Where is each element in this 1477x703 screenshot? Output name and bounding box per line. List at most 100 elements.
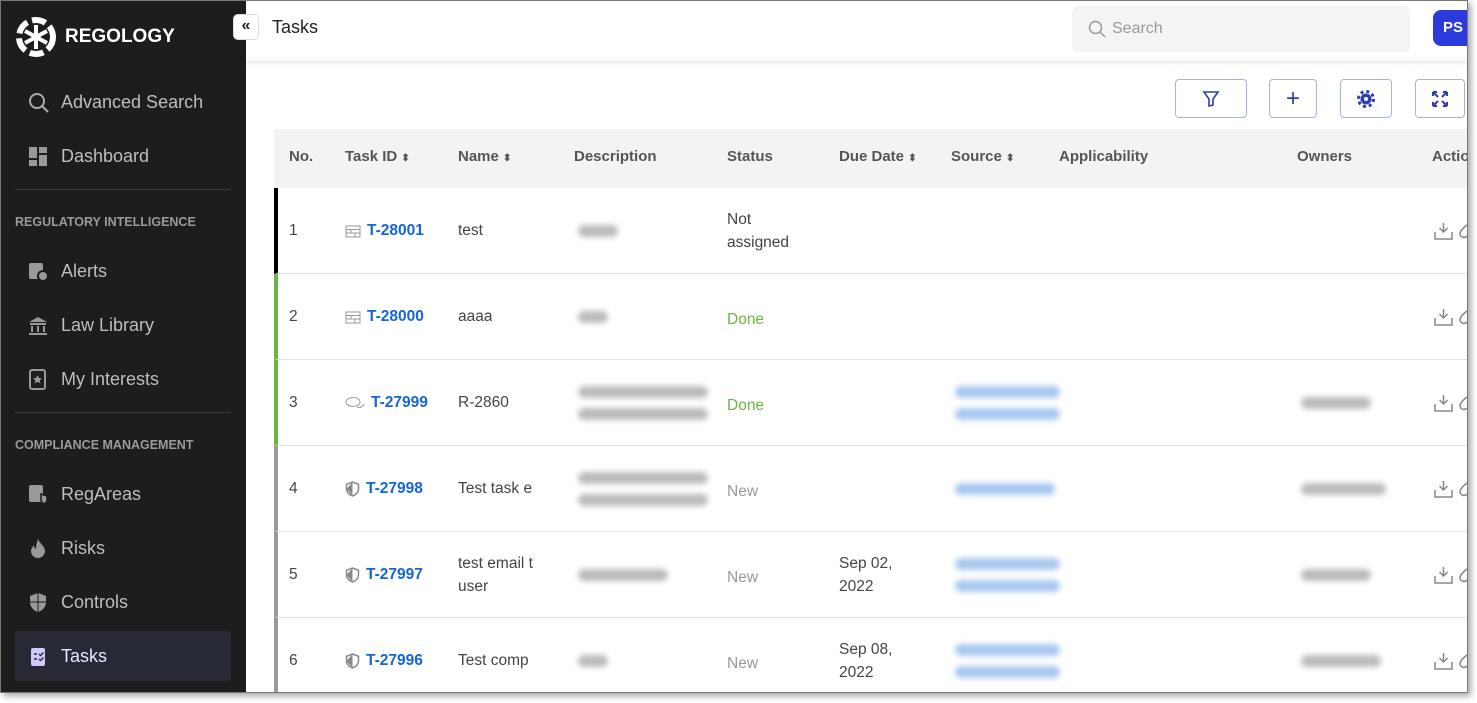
task-id-link[interactable]: T-27998 — [345, 480, 423, 498]
brand-name: REGOLOGY — [65, 26, 175, 47]
table-header: No. Task ID ⬍ Name ⬍ Description Status Due D… — [274, 129, 1468, 188]
row-actions — [1434, 222, 1467, 240]
redacted-text — [578, 225, 618, 237]
sidebar-item-controls[interactable]: Controls — [15, 577, 231, 627]
table-row[interactable]: 1 T-28001 test Not assigned — [274, 188, 1467, 274]
sort-icon[interactable]: ⬍ — [908, 153, 916, 164]
shield-icon — [345, 653, 360, 669]
row-number: 4 — [289, 480, 298, 497]
row-number: 6 — [289, 652, 298, 669]
row-actions — [1434, 566, 1467, 584]
list-icon — [345, 311, 361, 323]
table-row[interactable]: 3 T-27999 R-2860 Done — [274, 360, 1467, 446]
sidebar-item-label: Advanced Search — [61, 91, 204, 112]
expand-icon — [1432, 90, 1448, 107]
sidebar-item-label: Tasks — [61, 645, 108, 666]
download-icon[interactable] — [1434, 394, 1453, 412]
redacted-text — [955, 408, 1060, 420]
sidebar-item-label: Dashboard — [61, 145, 150, 166]
collapse-sidebar-button[interactable]: « — [233, 14, 259, 40]
redacted-text — [955, 644, 1060, 656]
table-row[interactable]: 5 T-27997 test email t user New Sep 02, … — [274, 532, 1467, 618]
search-input[interactable]: Search — [1072, 6, 1410, 52]
shield-icon — [345, 567, 360, 583]
row-number: 1 — [289, 222, 298, 239]
regology-logo-icon — [16, 17, 56, 57]
gear-icon — [1357, 89, 1375, 108]
more-action-icon[interactable] — [1459, 394, 1467, 412]
sidebar-item-advanced-search[interactable]: Advanced Search — [15, 77, 231, 127]
filter-button[interactable] — [1175, 79, 1247, 118]
sidebar-item-dashboard[interactable]: Dashboard — [15, 131, 231, 181]
plus-icon: + — [1285, 84, 1300, 112]
task-id-link[interactable]: T-27997 — [345, 566, 423, 584]
row-number: 5 — [289, 566, 298, 583]
column-header[interactable]: Name ⬍ — [458, 148, 511, 165]
task-name: R-2860 — [458, 394, 509, 411]
divider — [15, 412, 231, 413]
status: Not assigned — [727, 208, 789, 254]
divider — [15, 189, 231, 190]
table-row[interactable]: 2 T-28000 aaaa Done — [274, 274, 1467, 360]
sort-icon[interactable]: ⬍ — [1006, 153, 1014, 164]
task-name: test — [458, 222, 483, 239]
more-action-icon[interactable] — [1459, 480, 1467, 498]
column-header: Description — [574, 148, 657, 165]
column-header: Status — [727, 148, 773, 165]
download-icon[interactable] — [1434, 480, 1453, 498]
table-row[interactable]: 6 T-27996 Test comp New Sep 08, 2022 — [274, 618, 1467, 692]
more-action-icon[interactable] — [1459, 222, 1467, 240]
settings-button[interactable] — [1340, 79, 1392, 118]
column-header: Actio — [1432, 148, 1468, 165]
shield-icon — [345, 481, 360, 497]
add-task-button[interactable]: + — [1269, 79, 1317, 118]
sidebar-item-label: Controls — [61, 591, 129, 612]
search-icon — [29, 93, 49, 113]
list-icon — [345, 225, 361, 237]
search-placeholder: Search — [1112, 20, 1163, 37]
column-header[interactable]: Due Date ⬍ — [839, 148, 917, 165]
sidebar-item-my-interests[interactable]: My Interests — [15, 354, 231, 404]
sort-icon[interactable]: ⬍ — [401, 153, 409, 164]
page-title: Tasks — [272, 17, 319, 37]
due-date: Sep 02, 2022 — [839, 555, 893, 595]
column-header[interactable]: Source ⬍ — [951, 148, 1014, 165]
alert-icon — [29, 263, 49, 282]
download-icon[interactable] — [1434, 652, 1453, 670]
task-id-link[interactable]: T-27999 — [345, 394, 428, 412]
redacted-text — [1301, 397, 1371, 409]
avatar[interactable]: PS — [1433, 10, 1467, 46]
row-actions — [1434, 652, 1467, 670]
column-header[interactable]: Task ID ⬍ — [345, 148, 410, 165]
table-row[interactable]: 4 T-27998 Test task e New — [274, 446, 1467, 532]
redacted-text — [955, 386, 1060, 398]
task-name: Test comp — [458, 652, 529, 669]
redacted-text — [578, 386, 708, 398]
download-icon[interactable] — [1434, 222, 1453, 240]
comments-icon — [345, 397, 365, 408]
task-id-link[interactable]: T-28000 — [345, 308, 424, 326]
header: Tasks Search PS — [246, 1, 1467, 61]
redacted-text — [955, 666, 1060, 678]
fullscreen-button[interactable] — [1415, 79, 1465, 118]
sidebar-item-risks[interactable]: Risks — [15, 523, 231, 573]
status-line: assigned — [727, 234, 790, 251]
sidebar-item-regareas[interactable]: RegAreas — [15, 469, 231, 519]
more-action-icon[interactable] — [1459, 308, 1467, 326]
more-action-icon[interactable] — [1459, 566, 1467, 584]
row-number: 3 — [289, 394, 298, 411]
sidebar-item-tasks[interactable]: Tasks — [15, 631, 231, 681]
section-title: COMPLIANCE MANAGEMENT — [15, 438, 194, 452]
more-action-icon[interactable] — [1459, 652, 1467, 670]
download-icon[interactable] — [1434, 308, 1453, 326]
download-icon[interactable] — [1434, 566, 1453, 584]
sort-icon[interactable]: ⬍ — [503, 153, 511, 164]
section-title: REGULATORY INTELLIGENCE — [15, 215, 196, 229]
sidebar-item-law-library[interactable]: Law Library — [15, 300, 231, 350]
redacted-text — [955, 558, 1060, 570]
sidebar-item-alerts[interactable]: Alerts — [15, 246, 231, 296]
column-header: Applicability — [1059, 148, 1149, 165]
task-id-link[interactable]: T-28001 — [345, 222, 424, 240]
search-icon — [1088, 20, 1106, 38]
task-id-link[interactable]: T-27996 — [345, 652, 423, 670]
